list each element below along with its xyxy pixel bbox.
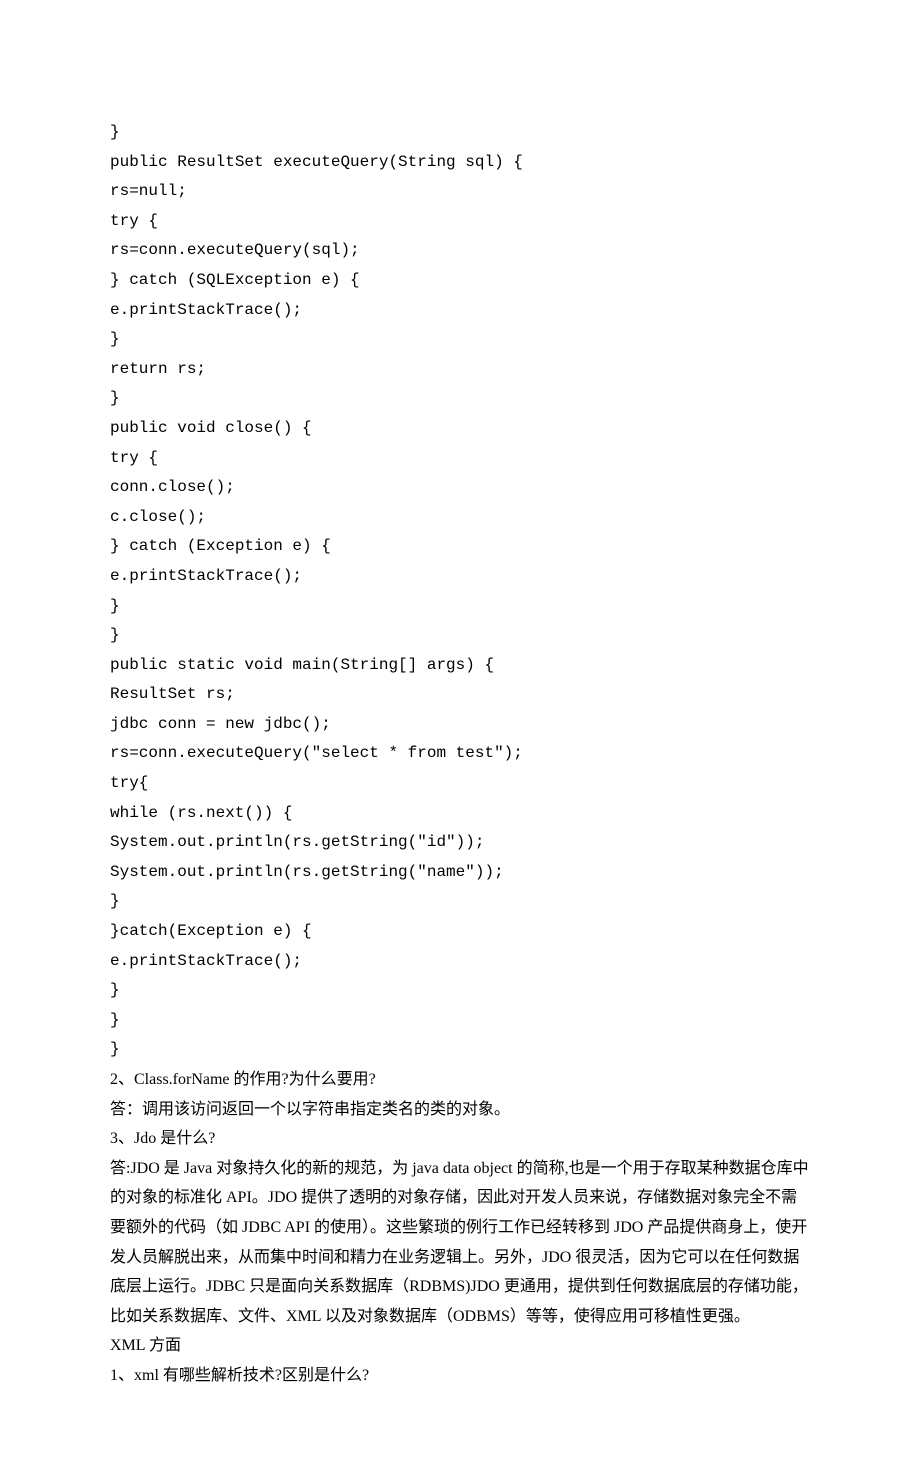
- code-line: rs=null;: [110, 177, 810, 207]
- code-line: e.printStackTrace();: [110, 947, 810, 977]
- code-line: jdbc conn = new jdbc();: [110, 710, 810, 740]
- code-line: }: [110, 384, 810, 414]
- code-line: try {: [110, 444, 810, 474]
- code-line: }: [110, 976, 810, 1006]
- text-line: 答：调用该访问返回一个以字符串指定类名的类的对象。: [110, 1095, 810, 1125]
- code-line: System.out.println(rs.getString("name"))…: [110, 858, 810, 888]
- text-line: XML 方面: [110, 1331, 810, 1361]
- text-line: 3、Jdo 是什么?: [110, 1124, 810, 1154]
- code-line: }: [110, 887, 810, 917]
- code-line: }: [110, 621, 810, 651]
- code-line: c.close();: [110, 503, 810, 533]
- code-line: } catch (SQLException e) {: [110, 266, 810, 296]
- code-line: rs=conn.executeQuery("select * from test…: [110, 739, 810, 769]
- code-line: ResultSet rs;: [110, 680, 810, 710]
- code-line: e.printStackTrace();: [110, 562, 810, 592]
- code-line: return rs;: [110, 355, 810, 385]
- code-line: while (rs.next()) {: [110, 799, 810, 829]
- code-line: }: [110, 1006, 810, 1036]
- code-line: try{: [110, 769, 810, 799]
- text-line: 2、Class.forName 的作用?为什么要用?: [110, 1065, 810, 1095]
- code-line: }catch(Exception e) {: [110, 917, 810, 947]
- code-line: System.out.println(rs.getString("id"));: [110, 828, 810, 858]
- text-line: 答:JDO 是 Java 对象持久化的新的规范，为 java data obje…: [110, 1154, 810, 1332]
- text-line: 1、xml 有哪些解析技术?区别是什么?: [110, 1361, 810, 1391]
- code-line: }: [110, 1035, 810, 1065]
- code-line: public ResultSet executeQuery(String sql…: [110, 148, 810, 178]
- code-line: } catch (Exception e) {: [110, 532, 810, 562]
- code-line: e.printStackTrace();: [110, 296, 810, 326]
- code-line: try {: [110, 207, 810, 237]
- code-line: }: [110, 325, 810, 355]
- code-line: }: [110, 592, 810, 622]
- code-line: public void close() {: [110, 414, 810, 444]
- code-line: conn.close();: [110, 473, 810, 503]
- code-line: }: [110, 118, 810, 148]
- document-page: }public ResultSet executeQuery(String sq…: [0, 0, 920, 1481]
- code-line: rs=conn.executeQuery(sql);: [110, 236, 810, 266]
- code-line: public static void main(String[] args) {: [110, 651, 810, 681]
